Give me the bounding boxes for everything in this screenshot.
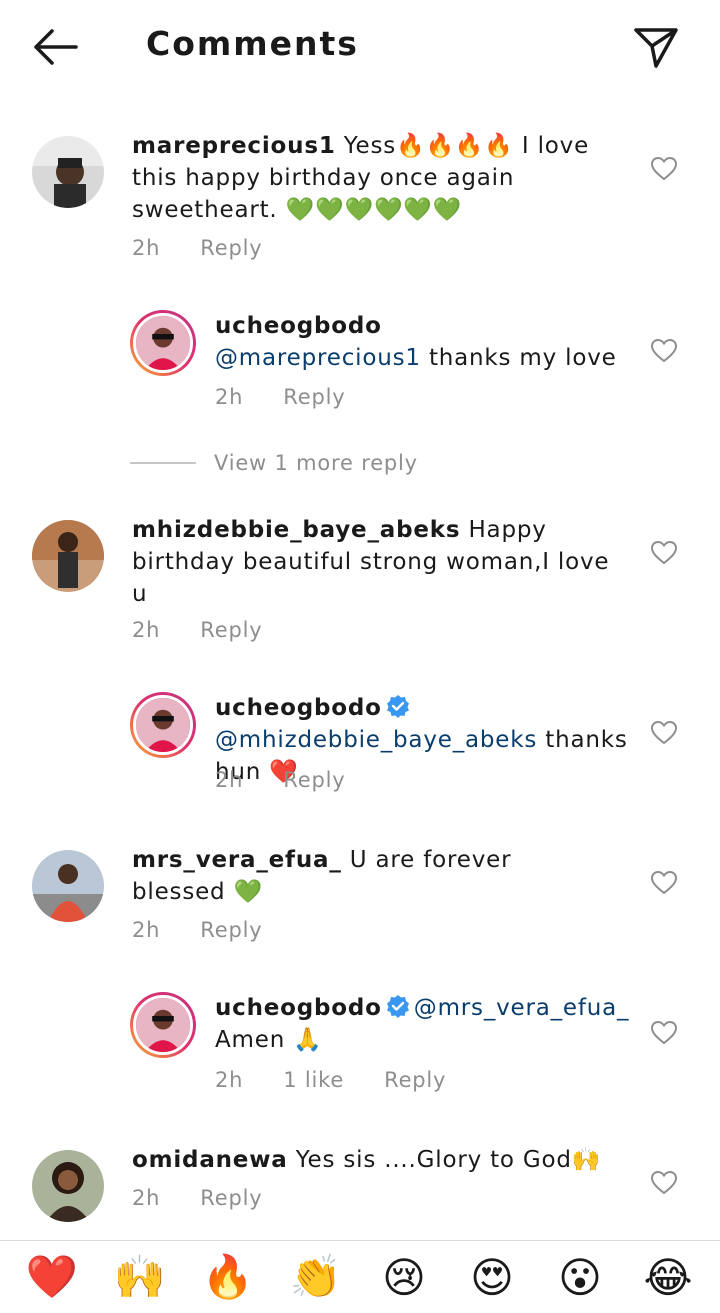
comment-time: 2h bbox=[132, 618, 161, 642]
comment-body: Yes sis ....Glory to God🙌 bbox=[295, 1147, 602, 1173]
page-title: Comments bbox=[146, 24, 359, 63]
reply-button[interactable]: Reply bbox=[283, 768, 345, 792]
reaction-clapping-emoji[interactable]: 👏 bbox=[288, 1249, 344, 1305]
reply-button[interactable]: Reply bbox=[283, 385, 345, 409]
header-bar: Comments bbox=[0, 0, 720, 95]
comment-meta: 2h Reply bbox=[215, 385, 345, 409]
comment-meta: 2h Reply bbox=[132, 236, 262, 260]
reaction-crying-emoji[interactable]: 😢 bbox=[376, 1249, 432, 1305]
comment-time: 2h bbox=[132, 236, 161, 260]
like-heart-icon[interactable] bbox=[651, 871, 677, 895]
send-icon[interactable] bbox=[630, 24, 682, 70]
comment-meta: 2h Reply bbox=[132, 1186, 262, 1210]
comment-text: mrs_vera_efua_ U are forever blessed 💚 bbox=[132, 844, 612, 908]
avatar[interactable] bbox=[32, 850, 104, 922]
reply-button[interactable]: Reply bbox=[384, 1068, 446, 1092]
back-arrow-icon[interactable] bbox=[28, 24, 84, 70]
avatar[interactable] bbox=[130, 692, 196, 758]
reaction-fire-emoji[interactable]: 🔥 bbox=[200, 1249, 256, 1305]
likes-count[interactable]: 1 like bbox=[283, 1068, 344, 1092]
reply-button[interactable]: Reply bbox=[200, 236, 262, 260]
comment-username[interactable]: ucheogbodo bbox=[215, 310, 635, 342]
comment-username[interactable]: mrs_vera_efua_ bbox=[132, 847, 342, 873]
verified-badge-icon bbox=[386, 995, 409, 1018]
comment-time: 2h bbox=[215, 385, 244, 409]
like-heart-icon[interactable] bbox=[651, 541, 677, 565]
comment-username[interactable]: ucheogbodo bbox=[215, 995, 382, 1021]
comment-username[interactable]: mhizdebbie_baye_abeks bbox=[132, 517, 460, 543]
comment-text: omidanewa Yes sis ....Glory to God🙌 bbox=[132, 1144, 612, 1176]
comment-body: thanks my love bbox=[428, 345, 617, 371]
quick-reactions-bar: ❤️ 🙌 🔥 👏 😢 😍 😮 😂 bbox=[0, 1240, 720, 1313]
comment-meta: 2h Reply bbox=[215, 768, 345, 792]
comment-username[interactable]: mareprecious1 bbox=[132, 133, 336, 159]
comment-text: mareprecious1 Yess🔥🔥🔥🔥 I love this happy… bbox=[132, 130, 612, 226]
comment-body: Amen 🙏 bbox=[215, 1027, 323, 1053]
verified-badge-icon bbox=[386, 695, 409, 718]
avatar[interactable] bbox=[32, 1150, 104, 1222]
avatar[interactable] bbox=[130, 992, 196, 1058]
reply-button[interactable]: Reply bbox=[200, 1186, 262, 1210]
like-heart-icon[interactable] bbox=[651, 1171, 677, 1195]
comment-time: 2h bbox=[215, 768, 244, 792]
like-heart-icon[interactable] bbox=[651, 339, 677, 363]
reply-button[interactable]: Reply bbox=[200, 618, 262, 642]
reaction-heart-emoji[interactable]: ❤️ bbox=[24, 1249, 80, 1305]
comment-username[interactable]: omidanewa bbox=[132, 1147, 288, 1173]
view-more-label: View 1 more reply bbox=[214, 451, 418, 475]
comment-time: 2h bbox=[132, 918, 161, 942]
reply-text: ucheogbodo @mrs_vera_efua_ Amen 🙏 bbox=[215, 992, 635, 1056]
mention-link[interactable]: @mareprecious1 bbox=[215, 345, 421, 371]
like-heart-icon[interactable] bbox=[651, 721, 677, 745]
comment-meta: 2h 1 like Reply bbox=[215, 1068, 446, 1092]
comment-time: 2h bbox=[132, 1186, 161, 1210]
mention-link[interactable]: @mhizdebbie_baye_abeks bbox=[215, 727, 537, 753]
reply-text: ucheogbodo @mareprecious1 thanks my love bbox=[215, 310, 635, 374]
like-heart-icon[interactable] bbox=[651, 157, 677, 181]
view-more-replies-button[interactable]: View 1 more reply bbox=[130, 450, 418, 476]
avatar[interactable] bbox=[130, 310, 196, 376]
comment-username[interactable]: ucheogbodo bbox=[215, 695, 382, 721]
like-heart-icon[interactable] bbox=[651, 1021, 677, 1045]
divider bbox=[130, 462, 196, 464]
reaction-heart-eyes-emoji[interactable]: 😍 bbox=[464, 1249, 520, 1305]
reaction-surprised-emoji[interactable]: 😮 bbox=[552, 1249, 608, 1305]
comment-meta: 2h Reply bbox=[132, 918, 262, 942]
avatar[interactable] bbox=[32, 136, 104, 208]
comment-meta: 2h Reply bbox=[132, 618, 262, 642]
reaction-laughing-emoji[interactable]: 😂 bbox=[640, 1249, 696, 1305]
reply-button[interactable]: Reply bbox=[200, 918, 262, 942]
comment-text: mhizdebbie_baye_abeks Happy birthday bea… bbox=[132, 514, 612, 610]
avatar[interactable] bbox=[32, 520, 104, 592]
comment-time: 2h bbox=[215, 1068, 244, 1092]
reaction-raised-hands-emoji[interactable]: 🙌 bbox=[112, 1249, 168, 1305]
mention-link[interactable]: @mrs_vera_efua_ bbox=[414, 995, 630, 1021]
